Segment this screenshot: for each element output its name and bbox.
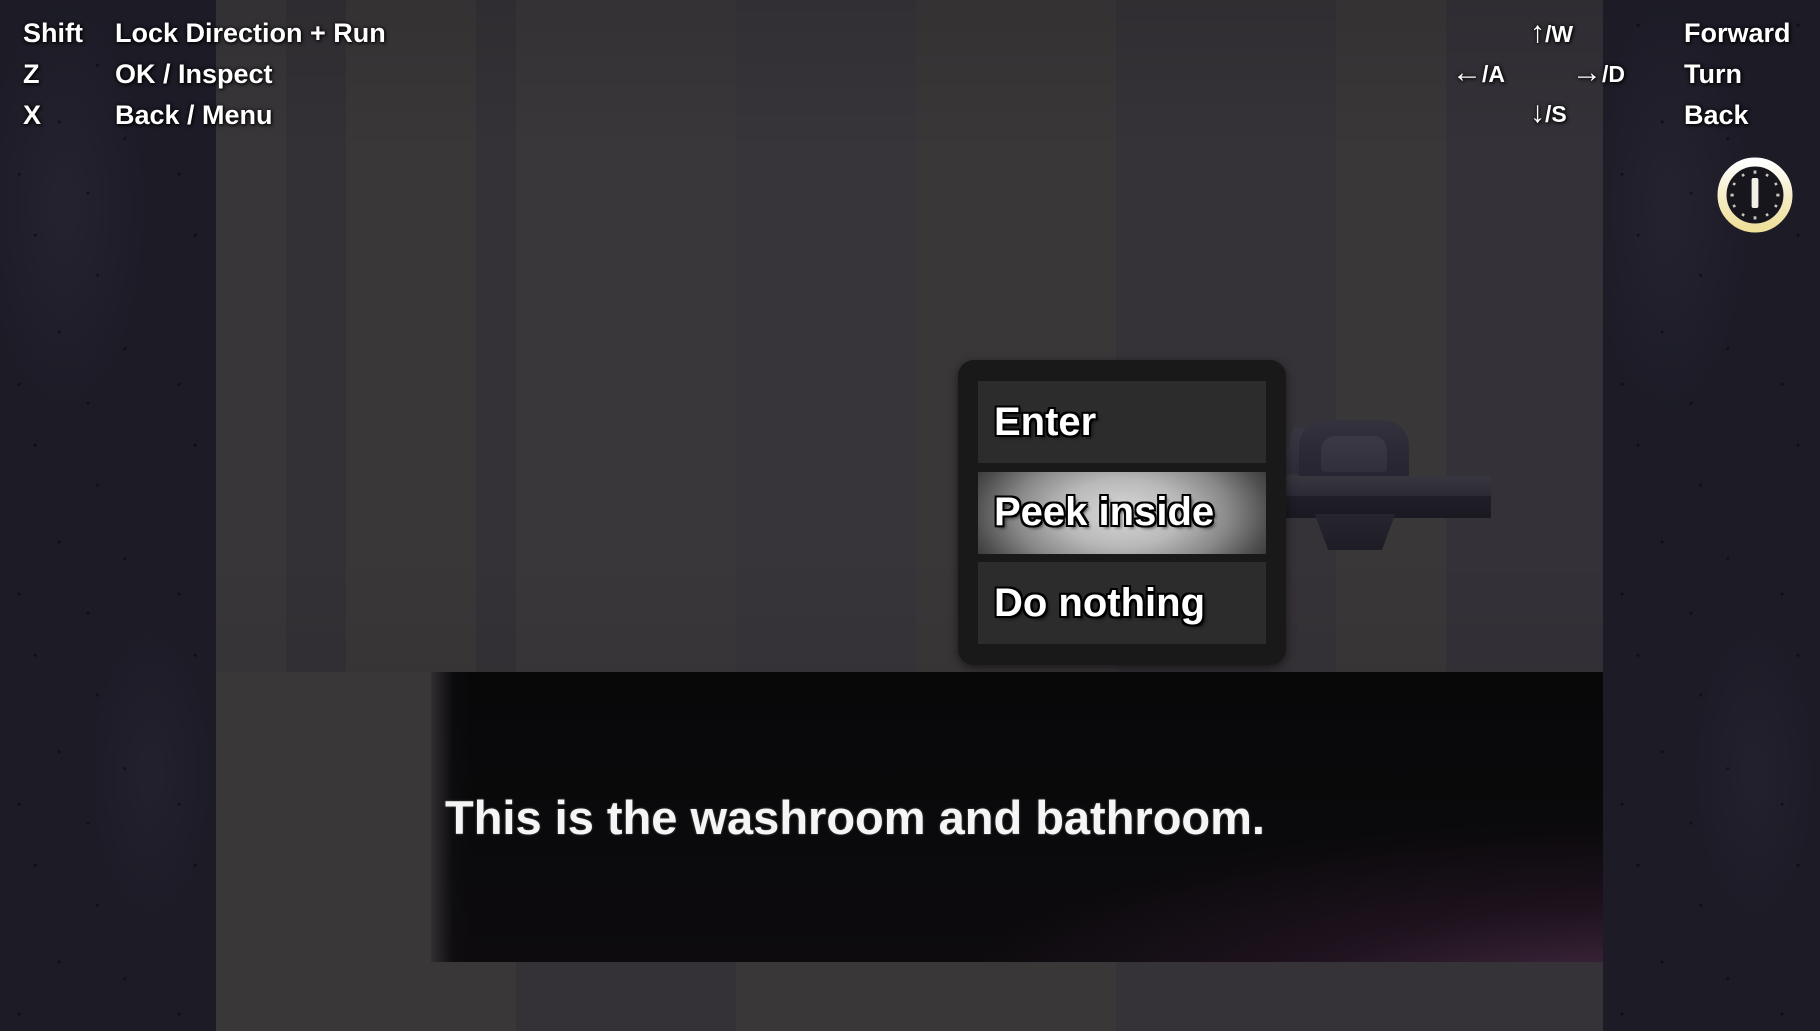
choice-option-label: Do nothing — [994, 580, 1206, 625]
room-wall — [216, 0, 1603, 700]
sink-pedestal — [1314, 514, 1396, 550]
dialogue-text: This is the washroom and bathroom. — [445, 790, 1265, 844]
letterbox-right — [1603, 0, 1820, 1031]
choice-option-peek-inside[interactable]: Peek inside — [978, 471, 1266, 554]
choice-option-label: Enter — [994, 399, 1097, 444]
dialogue-box[interactable]: This is the washroom and bathroom. — [431, 672, 1603, 962]
letterbox-left — [0, 0, 216, 1031]
choice-menu: Enter Peek inside Do nothing — [958, 360, 1286, 665]
choice-option-do-nothing[interactable]: Do nothing — [978, 562, 1266, 644]
choice-option-label: Peek inside — [994, 490, 1215, 534]
choice-option-enter[interactable]: Enter — [978, 381, 1266, 463]
game-viewport: Enter Peek inside Do nothing This is the… — [216, 0, 1603, 1031]
game-screen: Enter Peek inside Do nothing This is the… — [0, 0, 1820, 1031]
sink-basin-inner — [1321, 436, 1387, 472]
